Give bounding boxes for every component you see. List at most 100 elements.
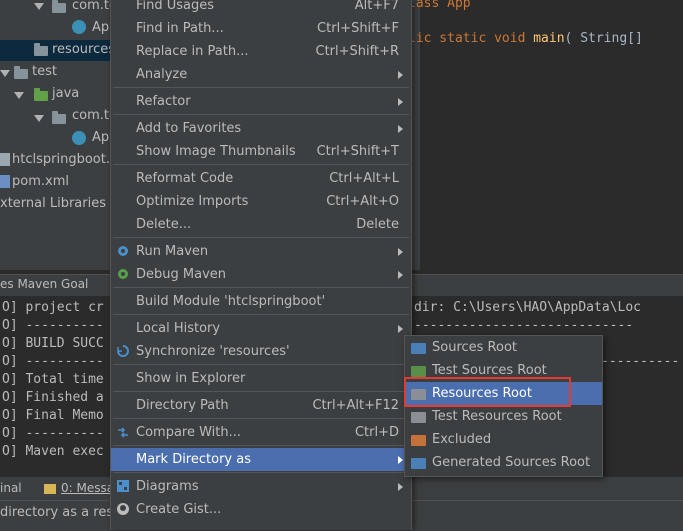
sync-icon: [117, 345, 129, 357]
tree-item-pom[interactable]: pom.xml: [12, 171, 69, 193]
gear-icon: [118, 246, 128, 256]
menu-item-build-module[interactable]: Build Module 'htclspringboot': [111, 290, 411, 313]
sources-root-folder-icon: [411, 343, 426, 354]
menu-item-label: Debug Maven: [136, 267, 226, 282]
code-function: main: [533, 31, 565, 46]
menu-item-label: Run Maven: [136, 244, 209, 259]
menu-separator: [113, 472, 409, 473]
generated-sources-root-folder-icon: [411, 458, 426, 469]
menu-item-label: Create Gist...: [136, 502, 222, 517]
menu-item-directory-path[interactable]: Directory Path Ctrl+Alt+F12: [111, 394, 411, 417]
menu-item-label: Replace in Path...: [136, 44, 249, 59]
submenu-item-label: Generated Sources Root: [432, 455, 591, 470]
chevron-down-icon[interactable]: [0, 70, 10, 77]
menu-item-diagrams[interactable]: Diagrams: [111, 475, 411, 498]
excluded-folder-icon: [411, 435, 426, 446]
github-icon: [117, 503, 129, 515]
status-text: directory as a reso: [0, 505, 122, 520]
menu-item-show-in-explorer[interactable]: Show in Explorer: [111, 367, 411, 390]
tree-item-resources[interactable]: resources: [52, 39, 115, 61]
context-menu: Find Usages Alt+F7 Find in Path... Ctrl+Sh…: [110, 0, 412, 530]
submenu-item-excluded[interactable]: Excluded: [405, 428, 602, 451]
menu-item-shortcut: Ctrl+Shift+T: [316, 144, 399, 159]
tree-item-class[interactable]: Ap: [92, 17, 109, 39]
menu-item-optimize-imports[interactable]: Optimize Imports Ctrl+Alt+O: [111, 190, 411, 213]
menu-item-label: Add to Favorites: [136, 121, 242, 136]
menu-item-replace-in-path[interactable]: Replace in Path... Ctrl+Shift+R: [111, 40, 411, 63]
menu-item-analyze[interactable]: Analyze: [111, 63, 411, 86]
menu-item-label: Refactor: [136, 94, 191, 109]
code-params: ( String[]: [564, 31, 643, 46]
class-icon: [72, 131, 86, 145]
tab-terminal[interactable]: inal: [0, 481, 22, 495]
submenu-arrow-icon: [398, 248, 403, 256]
submenu-item-label: Sources Root: [432, 340, 518, 355]
menu-item-label: Mark Directory as: [136, 452, 251, 467]
submenu-item-generated-sources-root[interactable]: Generated Sources Root: [405, 451, 602, 474]
gear-debug-icon: [118, 269, 128, 279]
menu-item-label: Local History: [136, 321, 221, 336]
tree-item-java[interactable]: java: [52, 83, 79, 105]
submenu-item-test-resources-root[interactable]: Test Resources Root: [405, 405, 602, 428]
chevron-down-icon[interactable]: [34, 115, 44, 122]
menu-item-show-image-thumbnails[interactable]: Show Image Thumbnails Ctrl+Shift+T: [111, 140, 411, 163]
menu-item-reformat-code[interactable]: Reformat Code Ctrl+Alt+L: [111, 167, 411, 190]
test-resources-root-folder-icon: [411, 412, 426, 423]
console-line-right: ----------------------------: [414, 318, 634, 333]
menu-separator: [113, 87, 409, 88]
menu-item-label: Diagrams: [136, 479, 199, 494]
menu-separator: [113, 391, 409, 392]
menu-item-find-in-path[interactable]: Find in Path... Ctrl+Shift+F: [111, 17, 411, 40]
menu-item-create-gist[interactable]: Create Gist...: [111, 498, 411, 521]
menu-item-label: Directory Path: [136, 398, 229, 413]
menu-separator: [113, 418, 409, 419]
menu-item-find-usages[interactable]: Find Usages Alt+F7: [111, 0, 411, 17]
console-title: es Maven Goal: [0, 277, 89, 291]
menu-item-shortcut: Alt+F7: [354, 0, 399, 13]
menu-item-local-history[interactable]: Local History: [111, 317, 411, 340]
console-line: O] Total time: [2, 372, 104, 387]
menu-separator: [113, 314, 409, 315]
menu-item-refactor[interactable]: Refactor: [111, 90, 411, 113]
menu-item-add-to-favorites[interactable]: Add to Favorites: [111, 117, 411, 140]
code-line-2: lic static void main( String[]: [408, 31, 643, 46]
menu-item-label: Synchronize 'resources': [136, 344, 290, 359]
menu-separator: [113, 364, 409, 365]
tree-item-iml[interactable]: htclspringboot.i: [12, 149, 114, 171]
menu-item-synchronize[interactable]: Synchronize 'resources': [111, 340, 411, 363]
menu-separator: [113, 164, 409, 165]
tree-item-test[interactable]: test: [32, 61, 57, 83]
code-editor[interactable]: lass App lic static void main( String[]: [408, 0, 683, 270]
menu-separator: [113, 287, 409, 288]
package-icon: [52, 0, 66, 13]
menu-item-run-maven[interactable]: Run Maven: [111, 240, 411, 263]
console-line: O] BUILD SUCC: [2, 336, 104, 351]
menu-item-delete[interactable]: Delete... Delete: [111, 213, 411, 236]
package-icon: [52, 111, 66, 124]
messages-icon: [44, 484, 56, 494]
maven-file-icon: [0, 175, 10, 188]
menu-item-label: Show Image Thumbnails: [136, 144, 296, 159]
chevron-down-icon[interactable]: [14, 92, 24, 99]
tree-item-class[interactable]: Ap: [92, 127, 109, 149]
menu-item-shortcut: Ctrl+Alt+F12: [312, 398, 399, 413]
test-sources-root-folder-icon: [411, 366, 426, 377]
menu-item-shortcut: Ctrl+Alt+O: [326, 194, 399, 209]
code-keywords: lic static void: [408, 31, 534, 46]
menu-separator: [113, 114, 409, 115]
menu-separator: [113, 237, 409, 238]
compare-icon: [118, 427, 128, 438]
code-line-1: lass App: [408, 0, 471, 11]
submenu-arrow-icon: [398, 98, 403, 106]
submenu-item-sources-root[interactable]: Sources Root: [405, 336, 602, 359]
menu-item-compare-with[interactable]: Compare With... Ctrl+D: [111, 421, 411, 444]
chevron-down-icon[interactable]: [34, 3, 44, 10]
resources-folder-icon: [34, 43, 48, 56]
menu-item-label: Compare With...: [136, 425, 242, 440]
tree-item-external-libraries[interactable]: xternal Libraries: [0, 193, 106, 215]
menu-item-label: Find in Path...: [136, 21, 224, 36]
menu-item-mark-directory-as[interactable]: Mark Directory as: [111, 448, 411, 471]
file-icon: [0, 153, 10, 166]
menu-item-debug-maven[interactable]: Debug Maven: [111, 263, 411, 286]
console-line: O] ----------: [2, 318, 104, 333]
